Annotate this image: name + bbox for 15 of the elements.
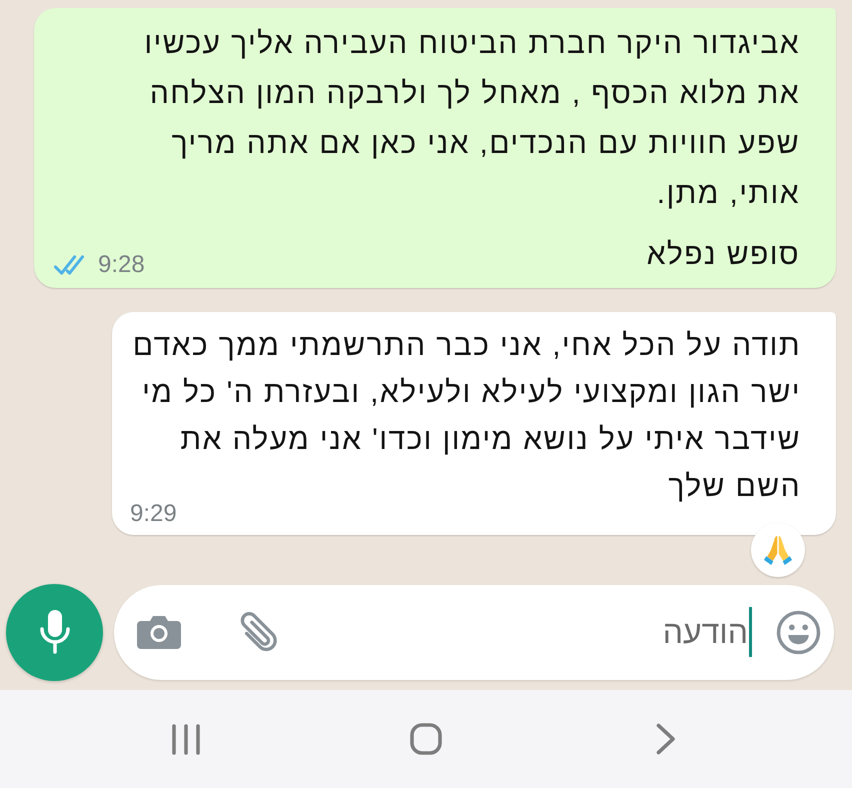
- message-text: אביגדור היקר חברת הביטוח העבירה אליך עכשיו את מלוא הכסף , מאחל לך ולרבקה המון הצלחה שפע חוויות עם הנכדים, אני כאן אם אתה מריך אותי, מתן.: [144, 28, 800, 210]
- message-text: תודה על הכל אחי, אני כבר התרשמתי ממך כאדם ישר הגון ומקצועי לעילא ולעילא, ובעזרת ה' כל מי שידבר איתי על נושא מימון וכדו' אני מעלה את השם שלך: [132, 330, 801, 503]
- camera-icon[interactable]: [137, 616, 181, 648]
- text-cursor: [749, 607, 752, 657]
- smiley-icon[interactable]: [776, 610, 821, 654]
- recent-apps-icon[interactable]: [171, 724, 201, 754]
- message-input[interactable]: הודעה: [279, 607, 748, 657]
- home-icon[interactable]: [410, 723, 442, 755]
- message-time: 9:29: [130, 503, 177, 525]
- message-field[interactable]: הודעה: [114, 584, 834, 680]
- microphone-icon: [38, 610, 70, 654]
- message-text: סופש נפלא: [646, 239, 800, 271]
- message-time: 9:28: [98, 254, 145, 276]
- back-icon[interactable]: [656, 723, 676, 755]
- praying-hands-icon: [763, 534, 793, 566]
